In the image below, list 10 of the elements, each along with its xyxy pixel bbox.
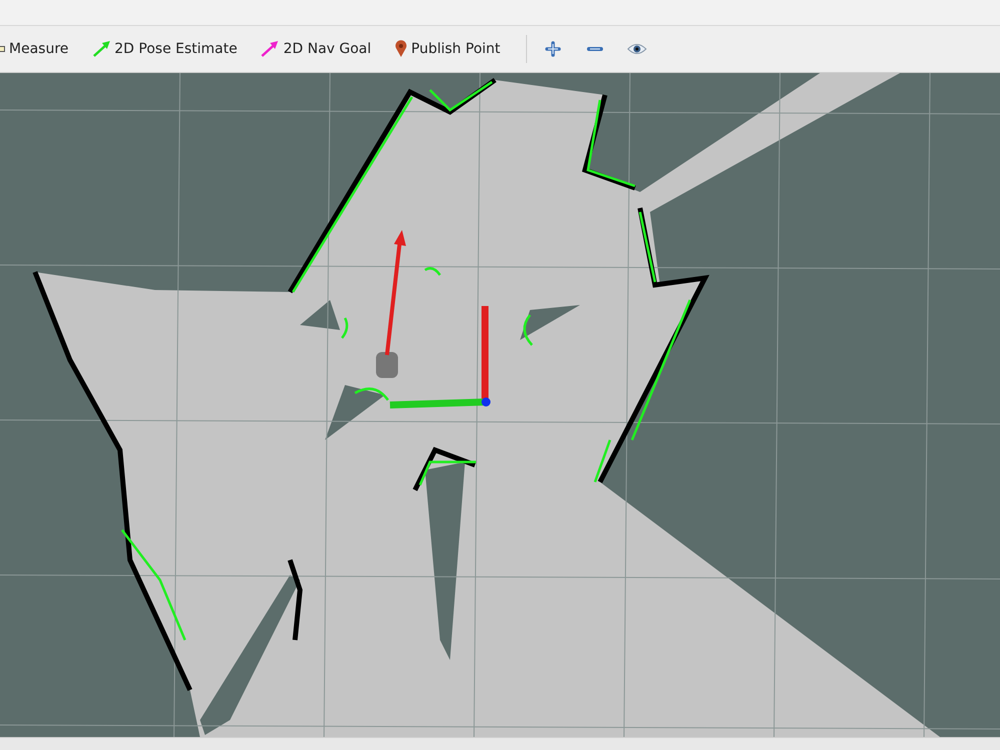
tool-button[interactable]: Publish Point — [395, 38, 500, 60]
zoom-in-icon — [545, 41, 562, 57]
tool-button[interactable]: 2D Pose Estimate — [92, 38, 238, 60]
tool-button[interactable]: 2D Nav Goal — [261, 38, 372, 60]
map-pin-icon — [395, 40, 408, 58]
arrow-icon — [261, 41, 280, 57]
ruler-icon — [0, 45, 5, 53]
eye-icon — [627, 42, 648, 56]
arrow-icon — [92, 41, 110, 57]
tool-button[interactable]: Measure — [0, 38, 68, 60]
